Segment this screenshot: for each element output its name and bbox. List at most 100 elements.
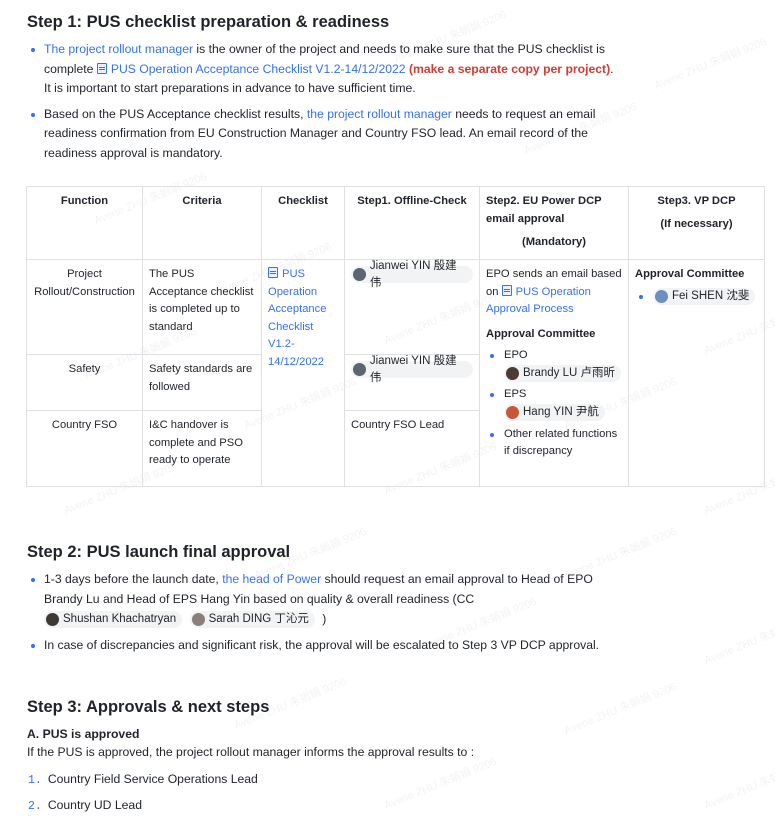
step1-bullets: The project rollout manager is the owner… [28,40,748,163]
step2-committee-list: EPO Brandy LU 卢雨昕 EPS Hang YIN 尹航 Other … [486,347,622,461]
text: Brandy Lu and Head of EPS Hang Yin based… [44,591,475,606]
text: needs to request an email [451,106,596,121]
step2-bullet-1: 1-3 days before the launch date, the hea… [28,570,748,630]
header-step1: Step1. Offline-Check [344,186,480,260]
step1-bullet-1: The project rollout manager is the owner… [28,40,748,99]
separate-copy-note: (make a separate copy per project) [408,61,611,76]
avatar [506,405,519,419]
text: . [610,61,614,76]
person-mention[interactable]: Shushan Khachatryan [44,611,183,629]
row-criteria: The PUS Acceptance checklist is complete… [142,259,262,355]
row-function: Project Rollout/Construction [26,259,143,355]
text: Other related functions if discrepancy [504,427,618,458]
step2-committee-label: Approval Committee [486,327,596,340]
text: It is important to start preparations in… [44,81,416,95]
list-item: 1. Country Field Service Operations Lead [28,767,258,793]
avatar [655,289,668,303]
document-icon [268,267,278,278]
person-mention[interactable]: Jianwei YIN 殷建伟 [351,260,473,289]
person-name: Sarah DING 丁沁元 [208,613,309,626]
step2-cell: EPO sends an email based on PUS Operatio… [479,259,629,487]
avatar [353,268,366,281]
text: readiness confirmation from EU Construct… [44,126,588,140]
row-step1: Country FSO Lead [344,410,480,487]
header-step2-line: (Mandatory) [521,236,587,248]
person-mention[interactable]: Hang YIN 尹航 [504,403,605,421]
row-step1: Jianwei YIN 殷建伟 [344,259,480,355]
doc-link-label: PUS Operation Acceptance Checklist V1.2-… [110,61,406,76]
text: In case of discrepancies and significant… [44,637,600,652]
list-item: Other related functions if discrepancy [486,426,622,461]
row-function: Safety [26,354,143,411]
person-mention[interactable]: Jianwei YIN 殷建伟 [351,355,473,384]
text: should request an email approval to Head… [321,572,593,586]
person-name: Shushan Khachatryan [63,613,177,626]
checklist-cell: PUS Operation Acceptance Checklist V1.2-… [261,259,345,487]
table-header-row: Function Criteria Checklist Step1. Offli… [26,186,765,260]
approval-process-link[interactable]: PUS Operation Approval Process [486,284,591,315]
step1-bullet-2: Based on the PUS Acceptance checklist re… [28,105,748,164]
step3-committee-label: Approval Committee [635,268,745,280]
checklist-doc-link[interactable]: PUS Operation Acceptance Checklist V1.2-… [96,61,406,76]
list-text: Country Field Service Operations Lead [47,772,258,786]
avatar [191,613,205,627]
document-icon [96,62,107,74]
document-icon [501,284,512,296]
head-of-power-link[interactable]: the head of Power [222,572,321,586]
document-body: Step 1: PUS checklist preparation & read… [0,0,775,813]
avatar [46,613,59,627]
person-mention[interactable]: Brandy LU 卢雨昕 [504,364,622,382]
text: is the owner of the project and needs to… [193,42,605,56]
step1-heading: Step 1: PUS checklist preparation & read… [27,13,390,31]
step3-committee-list: Fei SHEN 沈斐 [635,287,758,306]
epo-label: EPO [504,349,528,361]
text: Based on the PUS Acceptance checklist re… [44,106,307,121]
row-criteria: I&C handover is complete and PSO ready t… [142,410,262,487]
row-function: Country FSO [26,410,143,487]
checklist-cell-link[interactable]: PUS Operation Acceptance Checklist V1.2-… [268,267,327,368]
header-step2-line: email approval [486,212,565,225]
step2-heading: Step 2: PUS launch final approval [27,543,291,561]
avatar [353,363,366,376]
list-number: 2. [28,800,42,813]
approval-table: Function Criteria Checklist Step1. Offli… [26,186,765,487]
list-number: 1. [28,774,42,787]
rollout-manager-link[interactable]: the project rollout manager [307,107,452,121]
list-item: Fei SHEN 沈斐 [635,287,758,306]
header-function: Function [26,186,143,260]
person-name: Fei SHEN 沈斐 [672,289,750,302]
avatar [506,366,519,380]
header-criteria: Criteria [142,186,262,260]
list-item: 2. Country UD Lead [28,793,258,819]
text: ) [322,612,327,626]
text: complete [44,61,97,76]
person-name: Hang YIN 尹航 [523,405,599,418]
rollout-manager-link[interactable]: The project rollout manager [44,42,193,56]
list-item: EPS Hang YIN 尹航 [486,386,622,421]
row-step1: Jianwei YIN 殷建伟 [344,354,480,411]
person-mention[interactable]: Sarah DING 丁沁元 [189,611,315,629]
step3-intro: If the PUS is approved, the project roll… [27,745,475,759]
table-row: Project Rollout/Construction The PUS Acc… [26,259,765,487]
header-step2-line: Step2. EU Power DCP [486,195,602,207]
header-step3-line: (If necessary) [660,217,733,230]
step3-subheading: A. PUS is approved [27,727,140,741]
person-mention[interactable]: Fei SHEN 沈斐 [653,287,756,305]
list-item: EPO Brandy LU 卢雨昕 [486,347,622,382]
header-step2: Step2. EU Power DCP email approval (Mand… [479,186,629,260]
step3-ordered-list: 1. Country Field Service Operations Lead … [28,767,258,819]
header-step3-line: Step3. VP DCP [657,195,736,207]
step2-bullet-2: In case of discrepancies and significant… [28,636,748,656]
text: readiness approval is mandatory. [44,145,223,160]
person-name: Jianwei YIN 殷建伟 [369,259,457,289]
checklist-cell-label: PUS Operation Acceptance Checklist V1.2-… [268,268,327,368]
list-text: Country UD Lead [47,798,142,812]
eps-label: EPS [504,388,527,401]
step3-cell: Approval Committee Fei SHEN 沈斐 [628,259,765,487]
step2-bullets: 1-3 days before the launch date, the hea… [28,570,748,655]
header-checklist: Checklist [261,186,345,260]
person-name: Jianwei YIN 殷建伟 [369,354,457,384]
person-name: Brandy LU 卢雨昕 [523,366,616,379]
header-step3: Step3. VP DCP (If necessary) [628,186,765,260]
text: 1-3 days before the launch date, [44,572,223,586]
